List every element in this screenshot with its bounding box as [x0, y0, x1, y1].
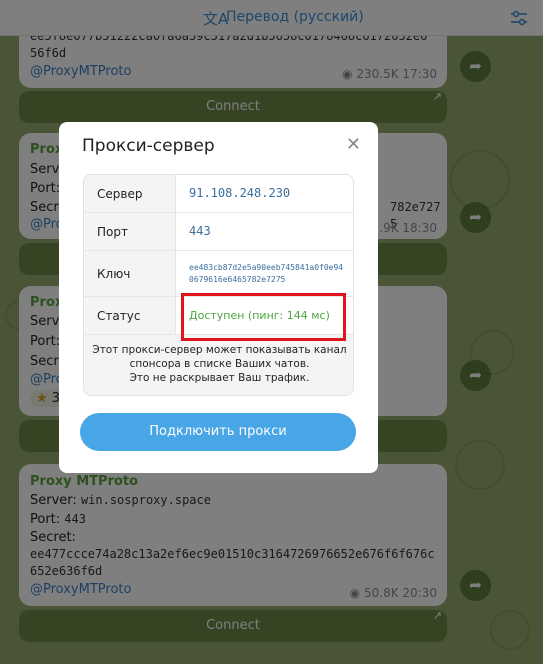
- status-highlight-box: [181, 293, 346, 341]
- sponsor-note: Этот прокси-сервер может показывать кана…: [84, 335, 353, 395]
- note-line: Этот прокси-сервер может показывать кана…: [92, 344, 347, 356]
- server-value[interactable]: 91.108.248.230: [189, 186, 290, 200]
- close-icon[interactable]: ✕: [346, 136, 361, 154]
- key-value[interactable]: ee483cb87d2e5a90eeb745841a0f0e940679616e…: [189, 262, 347, 286]
- server-label: Сервер: [84, 175, 176, 212]
- port-value[interactable]: 443: [189, 224, 211, 238]
- key-row: Ключ ee483cb87d2e5a90eeb745841a0f0e94067…: [84, 251, 353, 297]
- port-row: Порт 443: [84, 213, 353, 251]
- server-row: Сервер 91.108.248.230: [84, 175, 353, 213]
- status-label: Статус: [84, 297, 176, 334]
- proxy-info-table: Сервер 91.108.248.230 Порт 443 Ключ ee48…: [83, 174, 354, 396]
- key-label: Ключ: [84, 251, 176, 296]
- note-line: спонсора в списке Ваших чатов.: [129, 358, 310, 370]
- note-line: Это не раскрывает Ваш трафик.: [129, 372, 310, 384]
- port-label: Порт: [84, 213, 176, 250]
- connect-proxy-button[interactable]: Подключить прокси: [80, 413, 356, 451]
- dialog-title: Прокси-сервер: [82, 136, 215, 156]
